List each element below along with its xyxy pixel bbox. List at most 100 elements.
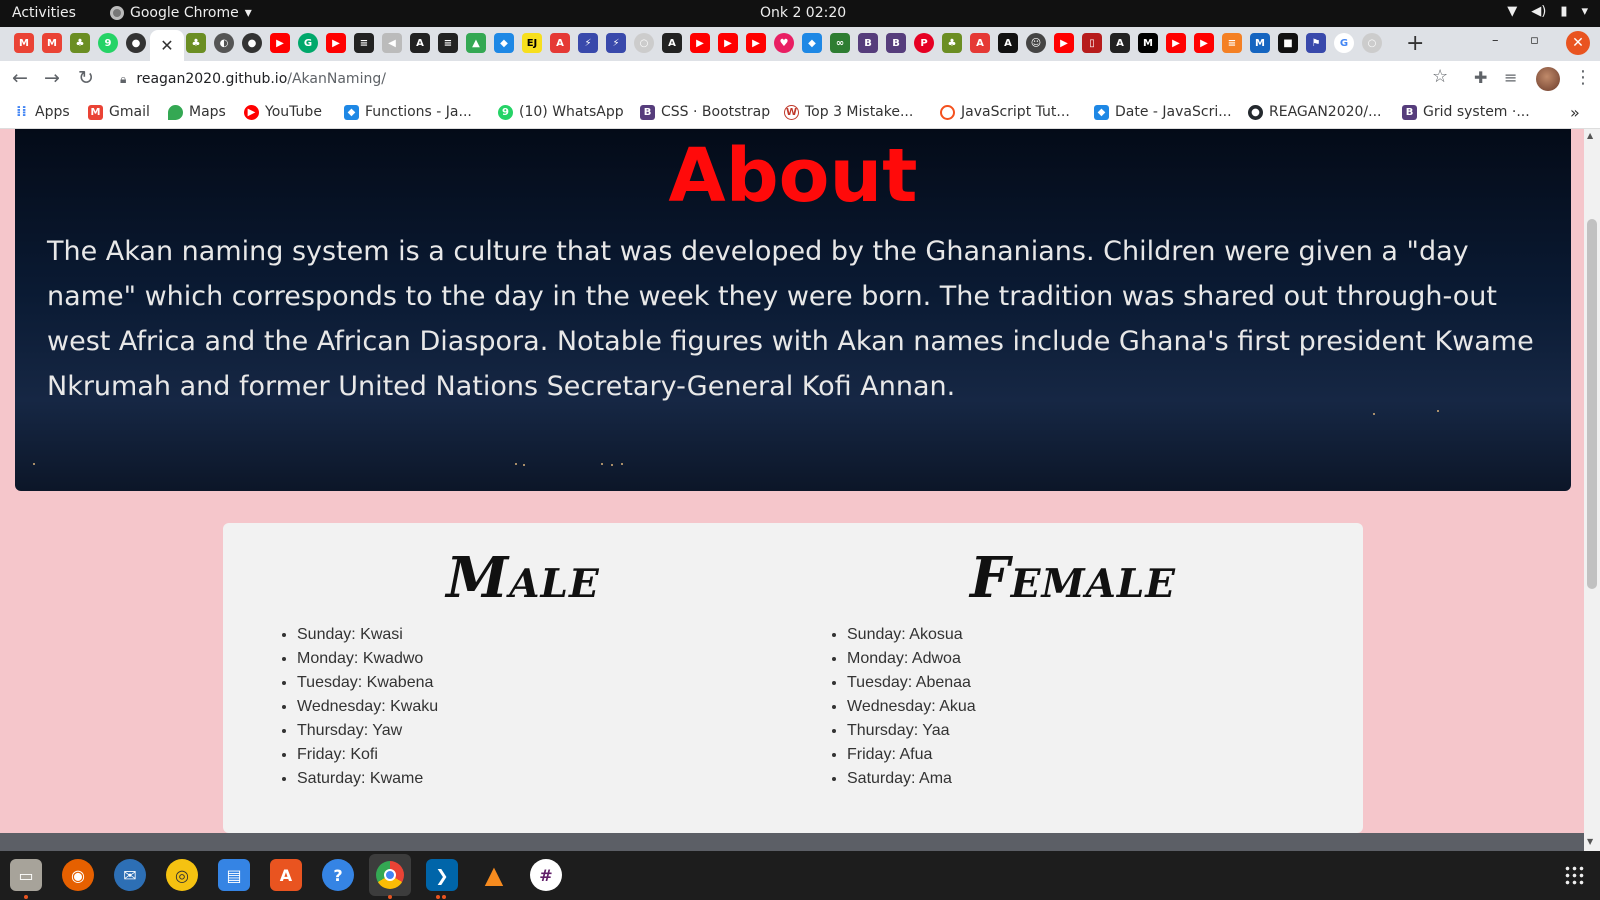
tab-youtube[interactable]: ▶ bbox=[326, 33, 346, 53]
bookmarks-overflow-icon[interactable]: » bbox=[1570, 103, 1580, 122]
bookmark-whatsapp[interactable]: 9 (10) WhatsApp bbox=[498, 104, 624, 120]
writer-icon[interactable]: ▤ bbox=[218, 859, 250, 891]
tab-angular[interactable]: A bbox=[410, 33, 430, 53]
new-tab-button[interactable]: + bbox=[1406, 31, 1424, 56]
thunderbird-icon[interactable]: ✉ bbox=[114, 859, 146, 891]
bookmark-bootstrap[interactable]: B CSS · Bootstrap bbox=[640, 104, 770, 120]
tab-stackoverflow[interactable]: ≡ bbox=[1222, 33, 1242, 53]
close-icon[interactable]: ✕ bbox=[160, 36, 173, 55]
tab-dev[interactable]: ■ bbox=[1278, 33, 1298, 53]
tab-bootstrap[interactable]: B bbox=[886, 33, 906, 53]
tab-angular[interactable]: A bbox=[550, 33, 570, 53]
bookmark-github[interactable]: ● REAGAN2020/... bbox=[1248, 104, 1382, 120]
tab-blank[interactable]: ○ bbox=[1362, 33, 1382, 53]
window-close-button[interactable]: ✕ bbox=[1566, 31, 1590, 55]
tab-drive[interactable]: ▲ bbox=[466, 33, 486, 53]
tab-gmail[interactable]: M bbox=[42, 33, 62, 53]
bookmark-date-js[interactable]: ◆ Date - JavaScri... bbox=[1094, 104, 1232, 120]
bookmark-gmail[interactable]: M Gmail bbox=[88, 104, 150, 120]
bookmark-maps[interactable]: Maps bbox=[168, 104, 226, 120]
tab-google[interactable]: G bbox=[1334, 33, 1354, 53]
system-tray[interactable]: ▼ ◀) ▮ ▾ bbox=[1507, 4, 1588, 19]
tab-avatar[interactable]: ☺ bbox=[1026, 33, 1046, 53]
vscode-icon[interactable]: ❯ bbox=[426, 859, 458, 891]
extensions-icon[interactable]: ✚ bbox=[1474, 68, 1487, 87]
youtube-icon: ▶ bbox=[1060, 37, 1068, 49]
address-bar[interactable]: 🔒︎ reagan2020.github.io/AkanNaming/ bbox=[112, 65, 1470, 93]
scrollbar-thumb[interactable] bbox=[1587, 219, 1597, 589]
show-applications-icon[interactable] bbox=[1564, 865, 1584, 885]
maximize-button[interactable]: ▫ bbox=[1530, 33, 1539, 48]
scroll-down-arrow-icon[interactable]: ▼ bbox=[1587, 837, 1593, 846]
tab-plant[interactable]: ♣ bbox=[70, 33, 90, 53]
firefox-icon[interactable]: ◉ bbox=[62, 859, 94, 891]
tab-youtube[interactable]: ▶ bbox=[746, 33, 766, 53]
tab-heart[interactable]: ♥ bbox=[774, 33, 794, 53]
slack-icon[interactable]: # bbox=[530, 859, 562, 891]
tab-ellipsis[interactable]: ∞ bbox=[830, 33, 850, 53]
tab-mdn[interactable]: M bbox=[1250, 33, 1270, 53]
page-scrollbar[interactable]: ▲ ▼ bbox=[1584, 129, 1600, 851]
media-queue-icon[interactable]: ≡ bbox=[1504, 68, 1517, 87]
tab-gmail[interactable]: M bbox=[14, 33, 34, 53]
bookmark-js-tutorial[interactable]: JavaScript Tut... bbox=[940, 104, 1070, 120]
chrome-dock-icon[interactable] bbox=[369, 854, 411, 896]
tab-ejs[interactable]: EJ bbox=[522, 33, 542, 53]
tab-angular[interactable]: A bbox=[662, 33, 682, 53]
lock-icon[interactable]: 🔒︎ bbox=[120, 72, 126, 87]
tab-grammarly[interactable]: G bbox=[298, 33, 318, 53]
bookmark-apps[interactable]: ⁞⁞ Apps bbox=[14, 104, 69, 120]
tab-github[interactable]: ● bbox=[242, 33, 262, 53]
tab-bootstrap[interactable]: B bbox=[858, 33, 878, 53]
bookmark-mistakes[interactable]: W Top 3 Mistake... bbox=[784, 104, 913, 120]
about-section: About The Akan naming system is a cultur… bbox=[15, 129, 1571, 491]
profile-avatar[interactable] bbox=[1536, 67, 1560, 91]
tab-medium[interactable]: M bbox=[1138, 33, 1158, 53]
tab-youtube[interactable]: ▶ bbox=[270, 33, 290, 53]
help-icon[interactable]: ? bbox=[322, 859, 354, 891]
tab-youtube[interactable]: ▶ bbox=[718, 33, 738, 53]
tab-youtube[interactable]: ▶ bbox=[1054, 33, 1074, 53]
bookmark-grid-system[interactable]: B Grid system ·... bbox=[1402, 104, 1530, 120]
rhythmbox-icon[interactable]: ◎ bbox=[166, 859, 198, 891]
menu-kebab-icon[interactable]: ⋮ bbox=[1574, 67, 1592, 88]
tab-youtube[interactable]: ▶ bbox=[1194, 33, 1214, 53]
bookmark-youtube[interactable]: ▶ YouTube bbox=[244, 104, 322, 120]
tab-edu[interactable]: ◆ bbox=[494, 33, 514, 53]
vlc-icon[interactable]: ▲ bbox=[478, 859, 510, 891]
tab-active[interactable]: ✕ bbox=[150, 30, 184, 61]
tab-stackoverflow[interactable]: ≡ bbox=[438, 33, 458, 53]
tab-muted[interactable]: ◀ bbox=[382, 33, 402, 53]
tab-pinterest[interactable]: P bbox=[914, 33, 934, 53]
bookmark-star-icon[interactable]: ☆ bbox=[1432, 66, 1448, 87]
tab-edu[interactable]: ◆ bbox=[802, 33, 822, 53]
back-button[interactable]: ← bbox=[12, 67, 28, 89]
minimize-button[interactable]: – bbox=[1492, 33, 1499, 48]
tab-flag[interactable]: ⚑ bbox=[1306, 33, 1326, 53]
tab-angular[interactable]: A bbox=[998, 33, 1018, 53]
bookmark-label: Top 3 Mistake... bbox=[805, 104, 914, 120]
reload-button[interactable]: ↻ bbox=[78, 67, 94, 89]
tab-doc[interactable]: ▯ bbox=[1082, 33, 1102, 53]
forward-button[interactable]: → bbox=[44, 67, 60, 89]
tab-plant[interactable]: ♣ bbox=[942, 33, 962, 53]
tab-stackoverflow[interactable]: ≡ bbox=[354, 33, 374, 53]
tab-angular[interactable]: A bbox=[1110, 33, 1130, 53]
tab-globe[interactable]: ◐ bbox=[214, 33, 234, 53]
tab-youtube[interactable]: ▶ bbox=[690, 33, 710, 53]
tab-bolt[interactable]: ⚡ bbox=[606, 33, 626, 53]
tab-whatsapp[interactable]: 9 bbox=[98, 33, 118, 53]
activities-button[interactable]: Activities bbox=[12, 5, 76, 21]
tab-blank[interactable]: ○ bbox=[634, 33, 654, 53]
bookmark-functions[interactable]: ◆ Functions - Ja... bbox=[344, 104, 472, 120]
app-menu[interactable]: Google Chrome ▾ bbox=[110, 5, 252, 21]
tab-plant[interactable]: ♣ bbox=[186, 33, 206, 53]
tab-youtube[interactable]: ▶ bbox=[1166, 33, 1186, 53]
tab-angular[interactable]: A bbox=[970, 33, 990, 53]
clock[interactable]: Onk 2 02:20 bbox=[760, 5, 846, 21]
software-center-icon[interactable]: A bbox=[270, 859, 302, 891]
scroll-up-arrow-icon[interactable]: ▲ bbox=[1587, 131, 1593, 140]
files-app-icon[interactable]: ▭ bbox=[10, 859, 42, 891]
tab-bolt[interactable]: ⚡ bbox=[578, 33, 598, 53]
tab-github[interactable]: ● bbox=[126, 33, 146, 53]
